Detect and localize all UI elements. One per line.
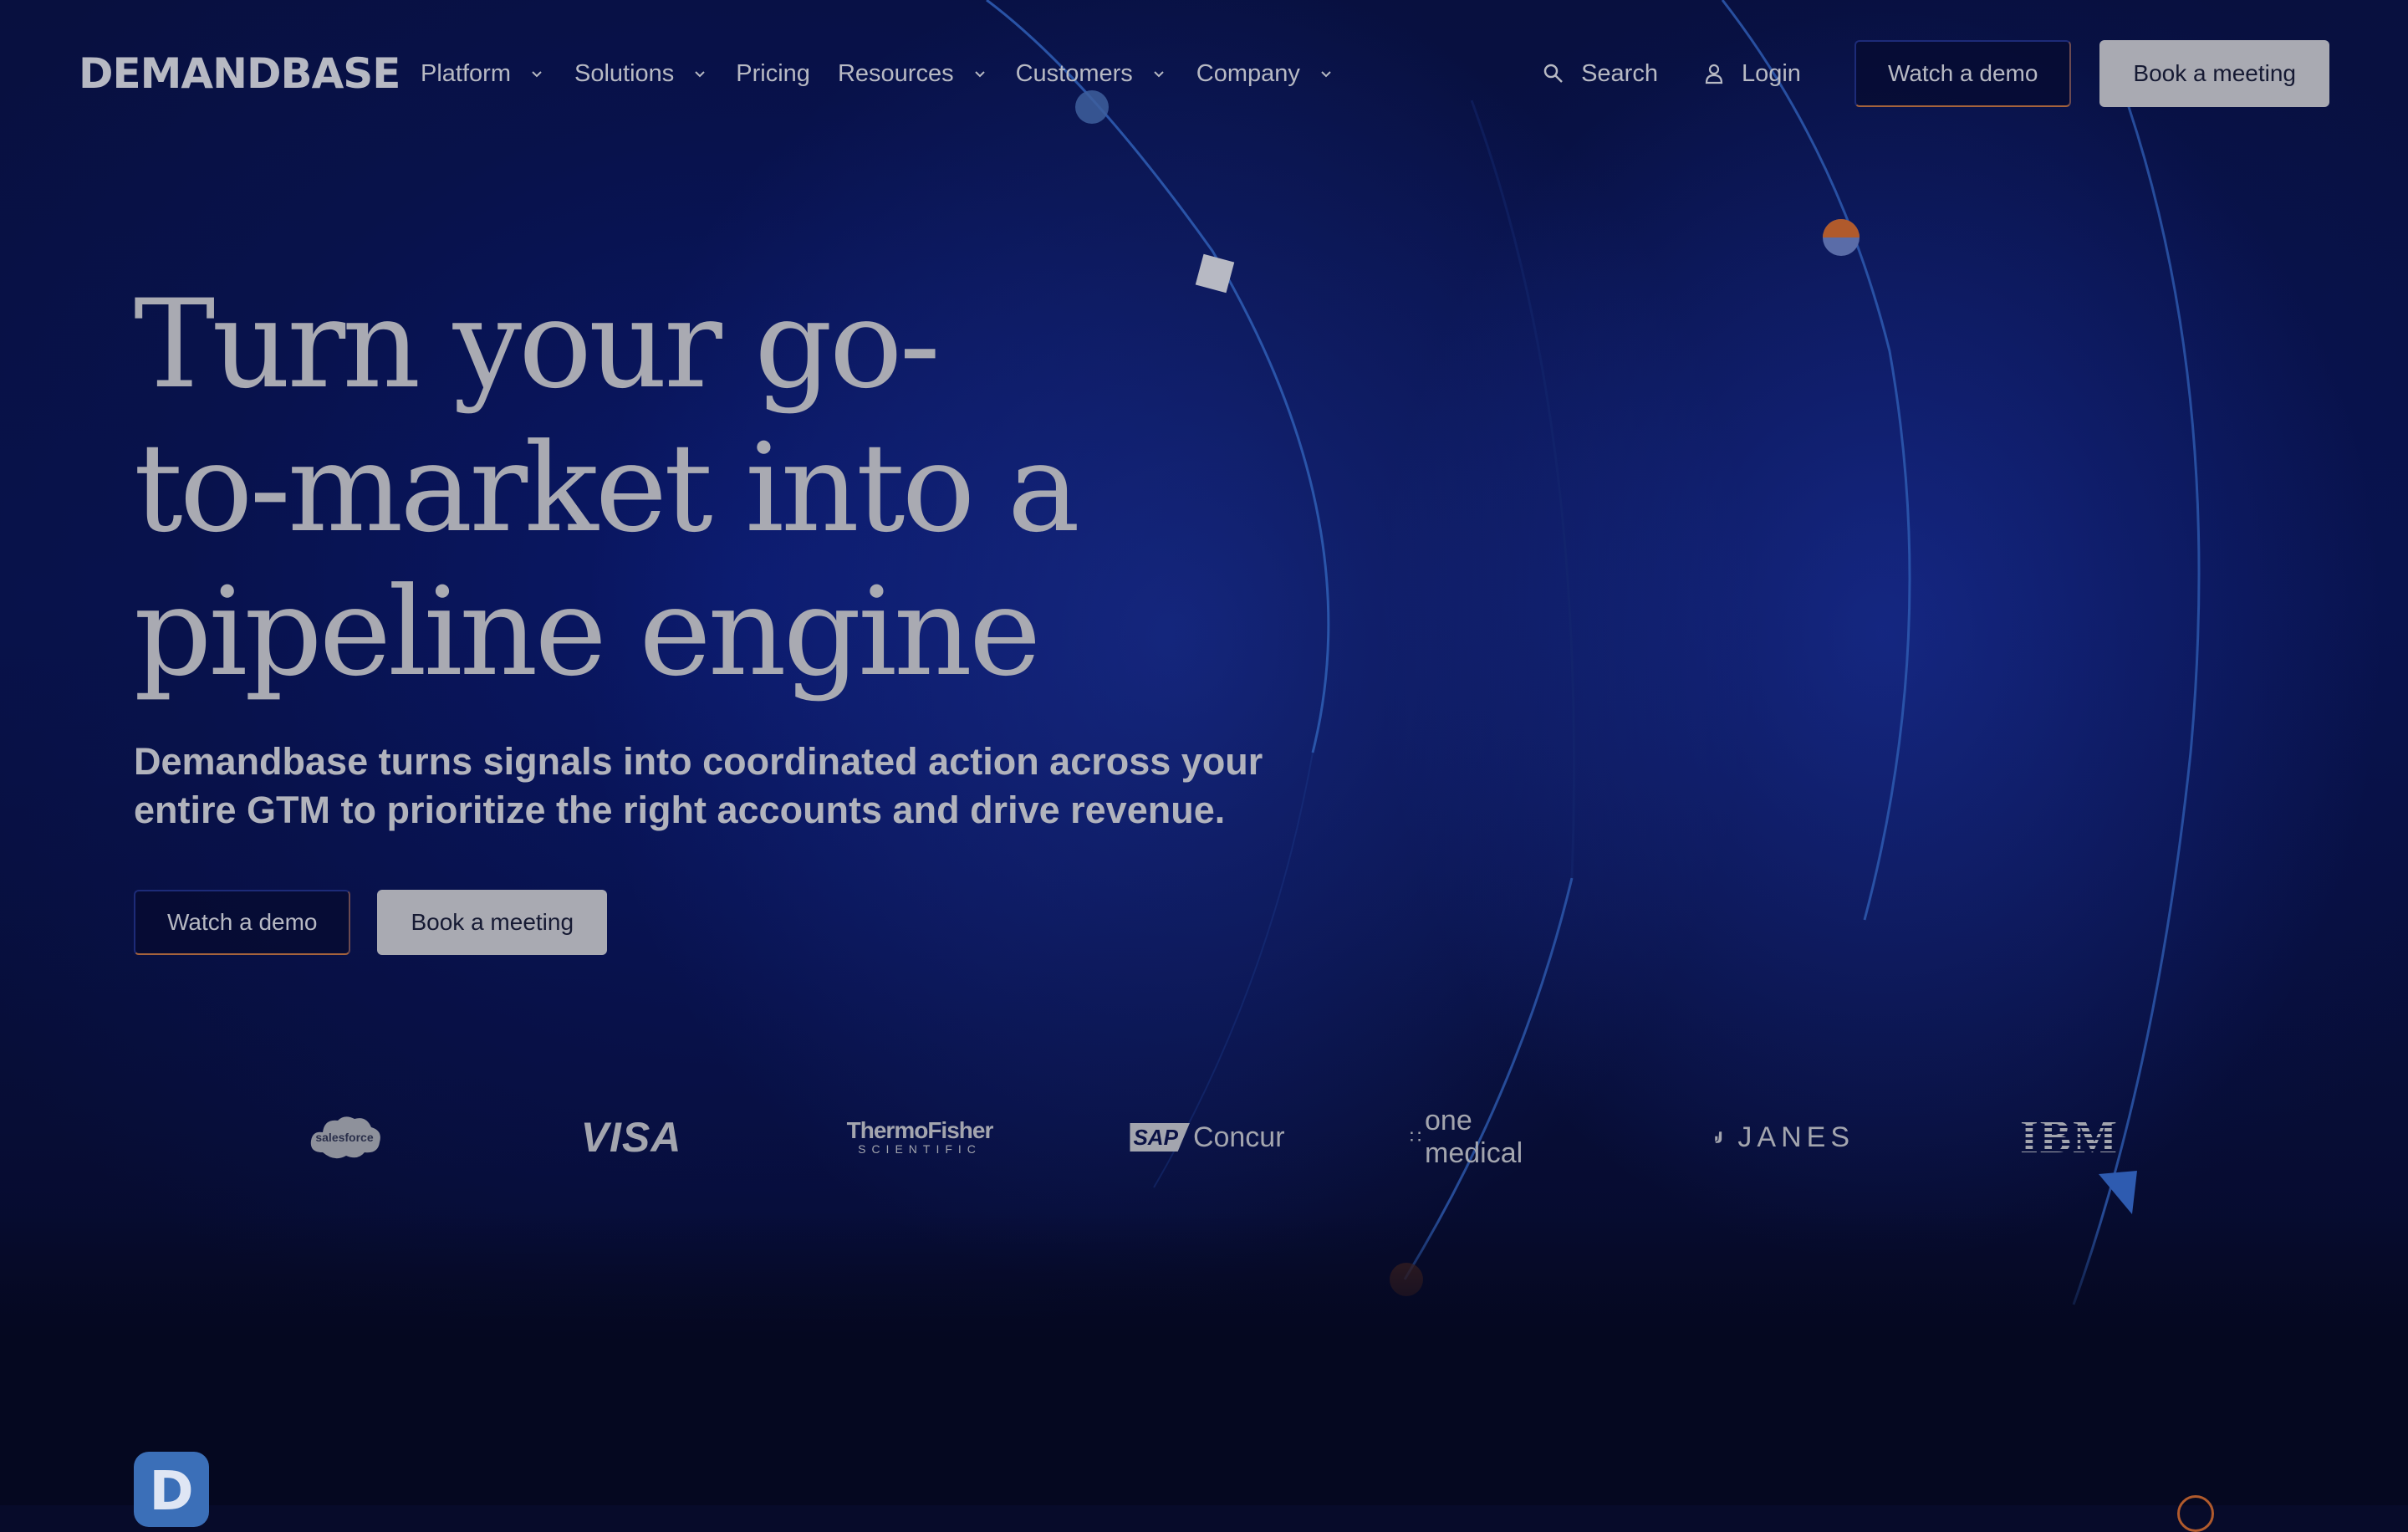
hero-title-line: pipeline engine <box>134 561 1041 703</box>
top-navigation: DEMANDBASE Platform Solutions Pricing Re… <box>0 0 2408 147</box>
user-icon <box>1705 64 1723 84</box>
nav-item-label: Customers <box>1015 59 1133 87</box>
one-medical-logo-text: one medical <box>1425 1105 1523 1169</box>
login-link[interactable]: Login <box>1703 60 1801 88</box>
hero-title-line: to-market into a <box>134 417 1080 559</box>
app-badge-icon: D <box>134 1452 209 1527</box>
demandbase-logo[interactable]: DEMANDBASE <box>79 49 400 99</box>
nav-item-pricing[interactable]: Pricing <box>736 60 810 88</box>
thermofisher-logo-subtext: SCIENTIFIC <box>858 1142 982 1156</box>
one-medical-symbol-icon: ∷ <box>1410 1126 1421 1147</box>
visa-logo: VISA <box>569 1104 694 1171</box>
nav-item-solutions[interactable]: Solutions <box>574 60 706 88</box>
hero-cta-group: Watch a demo Book a meeting <box>134 890 608 955</box>
concur-logo-text: Concur <box>1192 1121 1285 1153</box>
chevron-down-icon <box>695 71 706 78</box>
ibm-logo-text: IBM <box>2020 1111 2119 1163</box>
sap-concur-logo: SAP Concur <box>1130 1104 1285 1171</box>
nav-utilities: Search Login Watch a demo Book a meeting <box>1543 40 2329 107</box>
nav-watch-demo-button[interactable]: Watch a demo <box>1854 40 2072 107</box>
thermofisher-logo-text: ThermoFisher <box>846 1117 994 1143</box>
search-icon <box>1543 64 1563 83</box>
orange-ring-icon <box>2177 1495 2214 1532</box>
nav-item-platform[interactable]: Platform <box>421 60 543 88</box>
nav-item-label: Resources <box>837 59 954 87</box>
janes-logo-text: JANES <box>1737 1121 1854 1153</box>
sap-logo-text: SAP <box>1130 1123 1190 1152</box>
hero-book-meeting-button[interactable]: Book a meeting <box>377 890 608 955</box>
hero-title-line: Turn your go- <box>134 273 941 416</box>
nav-item-customers[interactable]: Customers <box>1016 60 1165 88</box>
nav-item-label: Pricing <box>736 59 810 87</box>
one-medical-logo: ∷ one medical <box>1410 1104 1577 1171</box>
chevron-down-icon <box>974 71 985 78</box>
nav-item-label: Company <box>1196 59 1300 87</box>
nav-item-label: Platform <box>421 59 511 87</box>
nav-item-label: Solutions <box>574 59 675 87</box>
hero-title: Turn your go- to-market into a pipeline … <box>134 273 1137 704</box>
bottom-fade <box>0 1213 2408 1505</box>
search-label: Search <box>1581 59 1658 87</box>
thermofisher-logo: ThermoFisher SCIENTIFIC <box>844 1104 995 1171</box>
janes-logo: JANES <box>1714 1104 1854 1171</box>
janes-mark-icon <box>1715 1131 1722 1143</box>
chevron-down-icon <box>1154 71 1164 78</box>
search-link[interactable]: Search <box>1543 60 1658 88</box>
hero-watch-demo-button[interactable]: Watch a demo <box>134 890 351 955</box>
chevron-down-icon <box>532 71 542 78</box>
salesforce-logo-text: salesforce <box>315 1131 374 1144</box>
chevron-down-icon <box>1321 71 1331 78</box>
main-nav-links: Platform Solutions Pricing Resources Cus… <box>421 50 1332 97</box>
login-label: Login <box>1741 59 1801 87</box>
nav-item-company[interactable]: Company <box>1196 60 1332 88</box>
customer-logo-strip: salesforce VISA ThermoFisher SCIENTIFIC … <box>0 1104 2408 1171</box>
salesforce-logo: salesforce <box>303 1104 386 1171</box>
ibm-logo: IBM <box>2015 1104 2124 1171</box>
hero-subtitle: Demandbase turns signals into coordinate… <box>134 740 1263 831</box>
nav-book-meeting-button[interactable]: Book a meeting <box>2099 40 2329 107</box>
nav-item-resources[interactable]: Resources <box>838 60 986 88</box>
visa-logo-text: VISA <box>580 1114 682 1161</box>
